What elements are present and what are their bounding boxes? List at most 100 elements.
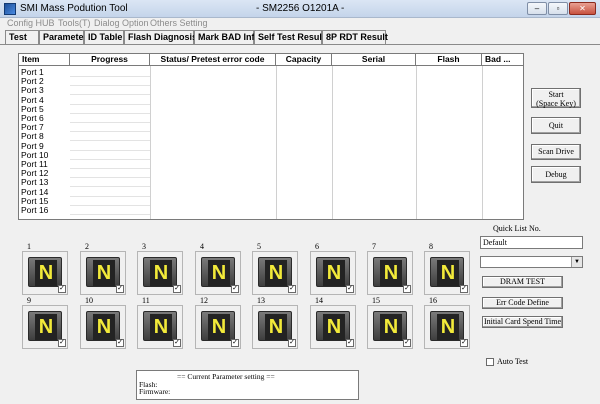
port-tile[interactable]: N ✓ xyxy=(310,251,356,295)
column-separator xyxy=(482,66,483,219)
menu-config-hub[interactable]: Config HUB xyxy=(7,18,55,28)
port-enable-checkbox[interactable]: ✓ xyxy=(231,339,239,347)
current-parameter-box: == Current Parameter setting == Flash: F… xyxy=(136,370,359,400)
port-tile[interactable]: N ✓ xyxy=(310,305,356,349)
column-separator xyxy=(416,66,417,219)
progress-cell xyxy=(70,188,150,197)
port-enable-checkbox[interactable]: ✓ xyxy=(346,285,354,293)
quit-button[interactable]: Quit xyxy=(531,117,581,134)
port-enable-checkbox[interactable]: ✓ xyxy=(58,339,66,347)
port-number-label: 1 xyxy=(27,242,31,251)
port-table[interactable]: Item Progress Status/ Pretest error code… xyxy=(18,53,524,220)
port-enable-checkbox[interactable]: ✓ xyxy=(460,285,468,293)
port-tile[interactable]: N ✓ xyxy=(22,251,68,295)
port-enable-checkbox[interactable]: ✓ xyxy=(116,285,124,293)
table-row[interactable]: Port 16 xyxy=(21,206,48,215)
port-number-label: 10 xyxy=(85,296,93,305)
debug-button[interactable]: Debug xyxy=(531,166,581,183)
quick-list-label: Quick List No. xyxy=(493,224,541,233)
port-tile[interactable]: N ✓ xyxy=(137,305,183,349)
progress-cell xyxy=(70,114,150,123)
port-enable-checkbox[interactable]: ✓ xyxy=(403,339,411,347)
port-enable-checkbox[interactable]: ✓ xyxy=(403,285,411,293)
header-serial[interactable]: Serial xyxy=(332,54,416,65)
port-enable-checkbox[interactable]: ✓ xyxy=(173,285,181,293)
port-tile[interactable]: N ✓ xyxy=(424,305,470,349)
quick-list-combo[interactable]: ▼ xyxy=(480,256,583,268)
port-enable-checkbox[interactable]: ✓ xyxy=(288,339,296,347)
tab-parameter[interactable]: Parameter xyxy=(39,30,87,44)
port-tile[interactable]: N ✓ xyxy=(22,305,68,349)
port-tile[interactable]: N ✓ xyxy=(195,251,241,295)
drive-icon: N xyxy=(430,311,464,341)
progress-cell xyxy=(70,123,150,133)
port-tile[interactable]: N ✓ xyxy=(80,251,126,295)
start-button[interactable]: Start (Space Key) xyxy=(531,88,581,108)
drive-icon: N xyxy=(201,257,235,287)
progress-cell xyxy=(70,96,150,105)
port-enable-checkbox[interactable]: ✓ xyxy=(173,339,181,347)
port-enable-checkbox[interactable]: ✓ xyxy=(346,339,354,347)
port-enable-checkbox[interactable]: ✓ xyxy=(58,285,66,293)
header-capacity[interactable]: Capacity xyxy=(276,54,332,65)
port-tile[interactable]: N ✓ xyxy=(252,305,298,349)
port-status-glyph: N xyxy=(380,314,402,340)
port-number-label: 9 xyxy=(27,296,31,305)
port-number-label: 4 xyxy=(200,242,204,251)
port-tile[interactable]: N ✓ xyxy=(367,305,413,349)
drive-icon: N xyxy=(201,311,235,341)
port-enable-checkbox[interactable]: ✓ xyxy=(288,285,296,293)
scan-drive-button[interactable]: Scan Drive xyxy=(531,144,581,160)
port-status-glyph: N xyxy=(437,260,459,286)
port-enable-checkbox[interactable]: ✓ xyxy=(460,339,468,347)
port-number-label: 3 xyxy=(142,242,146,251)
port-tile[interactable]: N ✓ xyxy=(80,305,126,349)
auto-test-checkbox[interactable] xyxy=(486,358,494,366)
menu-tools[interactable]: Tools(T) xyxy=(58,18,91,28)
port-enable-checkbox[interactable]: ✓ xyxy=(231,285,239,293)
port-tile[interactable]: N ✓ xyxy=(252,251,298,295)
drive-icon: N xyxy=(373,257,407,287)
tab-8p-rdt-result[interactable]: 8P RDT Result xyxy=(322,30,388,44)
drive-icon: N xyxy=(258,311,292,341)
port-enable-checkbox[interactable]: ✓ xyxy=(116,339,124,347)
tab-id-table[interactable]: ID Table xyxy=(84,30,124,44)
column-separator xyxy=(150,66,151,219)
drive-icon: N xyxy=(316,311,350,341)
port-number-label: 16 xyxy=(429,296,437,305)
drive-icon: N xyxy=(28,311,62,341)
progress-cell xyxy=(70,86,150,96)
dram-test-button[interactable]: DRAM TEST xyxy=(482,276,563,288)
chevron-down-icon[interactable]: ▼ xyxy=(571,257,582,267)
drive-icon: N xyxy=(28,257,62,287)
header-bad[interactable]: Bad ... xyxy=(482,54,523,65)
header-flash[interactable]: Flash xyxy=(416,54,482,65)
port-tile[interactable]: N ✓ xyxy=(137,251,183,295)
port-tile[interactable]: N ✓ xyxy=(424,251,470,295)
tab-test[interactable]: Test xyxy=(5,30,39,44)
minimize-button[interactable]: – xyxy=(527,2,547,15)
port-tile[interactable]: N ✓ xyxy=(195,305,241,349)
port-status-glyph: N xyxy=(208,260,230,286)
initial-card-spend-time-button[interactable]: Initial Card Spend Time xyxy=(482,316,563,328)
header-status[interactable]: Status/ Pretest error code xyxy=(150,54,276,65)
menu-others-setting[interactable]: Others Setting xyxy=(150,18,208,28)
port-tile[interactable]: N ✓ xyxy=(367,251,413,295)
close-button[interactable]: ✕ xyxy=(569,2,596,15)
header-item[interactable]: Item xyxy=(19,54,70,65)
tab-mark-bad-info[interactable]: Mark BAD Info xyxy=(194,30,260,44)
port-number-label: 6 xyxy=(315,242,319,251)
maximize-button[interactable]: ▫ xyxy=(548,2,568,15)
err-code-define-button[interactable]: Err Code Define xyxy=(482,297,563,309)
progress-cell xyxy=(70,206,150,215)
quick-list-input[interactable]: Default xyxy=(480,236,583,249)
drive-icon: N xyxy=(86,311,120,341)
port-status-glyph: N xyxy=(93,314,115,340)
port-status-glyph: N xyxy=(323,314,345,340)
app-icon xyxy=(4,3,16,15)
auto-test-label: Auto Test xyxy=(497,357,529,366)
tab-flash-diagnosis[interactable]: Flash Diagnosis xyxy=(124,30,197,44)
menu-dialog-option[interactable]: Dialog Option xyxy=(94,18,149,28)
header-progress[interactable]: Progress xyxy=(70,54,150,65)
tab-self-test-result[interactable]: Self Test Result xyxy=(254,30,325,44)
